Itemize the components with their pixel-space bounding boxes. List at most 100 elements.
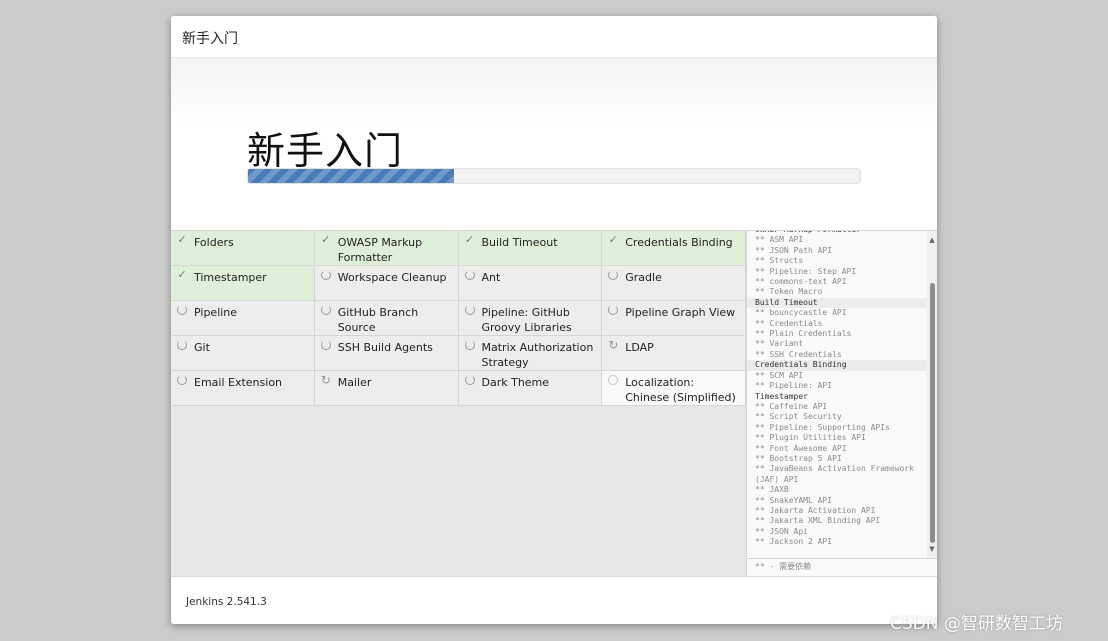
plugin-name: Folders [194, 236, 234, 249]
log-legend: ** - 需要依赖 [746, 558, 937, 576]
log-dependency-line: ** Caffeine API [755, 401, 828, 411]
plugin-item: ✓ Build Timeout [458, 231, 603, 266]
plugin-name: Build Timeout [481, 236, 558, 249]
log-dependency-line: ** Plugin Utilities API [755, 433, 866, 443]
plugin-item: Email Extension [171, 371, 315, 406]
plugin-item: ✓ OWASP Markup Formatter [314, 231, 459, 266]
plugin-item: ✓ Folders [171, 231, 315, 266]
log-dependency-line: ** SSH Credentials [755, 349, 842, 359]
log-dependency-line: ** SnakeYAML API [755, 495, 833, 505]
log-plugin-heading: Build Timeout [747, 297, 927, 309]
scroll-up-arrow-icon[interactable]: ▲ [927, 235, 937, 245]
checkmark-icon: ✓ [464, 233, 475, 246]
log-dependency-line: ** commons-text API [755, 277, 847, 287]
spinner-icon [320, 269, 332, 281]
log-dependency-line: ** JSON Path API [755, 245, 833, 255]
plugin-item: Matrix Authorization Strategy [458, 336, 603, 371]
plugin-item: ✓ Timestamper [171, 266, 315, 301]
spinner-icon [176, 374, 188, 386]
plugin-item: GitHub Branch Source [314, 301, 459, 336]
log-dependency-line: ** Pipeline: API [755, 381, 833, 391]
plugin-item: Localization: Chinese (Simplified) [602, 371, 746, 406]
log-dependency-line: ** JAXB [755, 485, 789, 495]
jenkins-version: Jenkins 2.541.3 [186, 596, 267, 608]
checkmark-icon: ✓ [608, 233, 618, 246]
plugin-name: SSH Build Agents [337, 341, 433, 354]
setup-wizard-dialog: 新手入门 新手入门 ✓ Folders ✓ OWASP Markup Formatte… [171, 16, 937, 624]
pending-circle-icon [607, 374, 619, 386]
plugin-name: Pipeline Graph View [625, 306, 736, 319]
log-dependency-line: ** Jakarta Activation API [755, 505, 876, 515]
plugin-name: Git [194, 341, 210, 354]
log-dependency-line: ** Bootstrap 5 API [755, 453, 842, 463]
plugin-name: LDAP [625, 341, 654, 354]
spinner-icon [320, 304, 332, 316]
checkmark-icon: ✓ [321, 233, 331, 246]
plugin-name: Gradle [625, 271, 662, 284]
log-dependency-line: ** Jakarta XML Binding API [755, 516, 881, 526]
log-dependency-line: ** Font Awesome API [755, 443, 847, 453]
plugin-item: Pipeline Graph View [602, 301, 746, 336]
plugin-item: Workspace Cleanup [314, 266, 459, 301]
log-dependency-line: ** Jackson 2 API [755, 537, 833, 547]
log-dependency-line: ** SCM API [755, 370, 804, 380]
spinner-icon [464, 339, 476, 351]
plugin-item: ↻ LDAP [602, 336, 746, 371]
dialog-footer: Jenkins 2.541.3 [171, 576, 937, 624]
spinner-icon [320, 339, 332, 351]
plugin-name: Ant [481, 271, 501, 284]
dialog-header: 新手入门 [171, 16, 937, 58]
scroll-thumb[interactable] [930, 283, 935, 543]
log-dependency-line: ** Credentials [755, 318, 823, 328]
log-dependency-line: ** JSON Api [755, 526, 808, 536]
banner-heading: 新手入门 [247, 129, 404, 173]
dialog-title: 新手入门 [182, 31, 238, 47]
plugin-name: Mailer [337, 376, 372, 389]
log-dependency-line: ** Variant [755, 339, 804, 349]
spinner-icon [176, 339, 188, 351]
plugin-name: Localization: Chinese (Simplified) [625, 376, 736, 404]
plugin-item: SSH Build Agents [314, 336, 459, 371]
spinner-icon [464, 269, 476, 281]
install-banner: 新手入门 [171, 58, 937, 231]
checkmark-icon: ✓ [177, 233, 187, 246]
refresh-icon: ↻ [608, 338, 619, 352]
plugin-item: Pipeline [171, 301, 315, 336]
plugin-item: ✓ Credentials Binding [602, 231, 746, 266]
plugin-item: Pipeline: GitHub Groovy Libraries [458, 301, 603, 336]
log-plugin-heading: Credentials Binding [747, 360, 927, 371]
log-dependency-line: ** Pipeline: Step API [755, 266, 857, 276]
log-dependency-line: ** ASM API [755, 235, 804, 245]
log-dependency-line: ** Script Security [755, 412, 842, 422]
plugin-name: Matrix Authorization Strategy [481, 341, 594, 369]
install-content: ✓ Folders ✓ OWASP Markup Formatter ✓ Build Ti… [171, 231, 937, 576]
watermark: CSDN @智研数智工坊 [890, 614, 1063, 634]
install-log-panel[interactable]: OWASP Markup Formatter** ASM API** JSON … [746, 231, 937, 558]
plugin-item: Gradle [602, 266, 746, 301]
log-plugin-heading: Timestamper [755, 391, 808, 401]
log-dependency-line: (JAF) API [755, 474, 799, 484]
spinner-icon [176, 304, 188, 316]
spinner-icon [607, 304, 619, 316]
scroll-down-arrow-icon[interactable]: ▼ [927, 544, 937, 554]
plugin-item: Ant [458, 266, 603, 301]
log-dependency-line: ** Pipeline: Supporting APIs [755, 422, 890, 432]
plugin-item: Dark Theme [458, 371, 603, 406]
log-scrollbar[interactable]: ▲ ▼ [927, 231, 937, 558]
plugin-name: Pipeline [194, 306, 238, 319]
install-log: OWASP Markup Formatter** ASM API** JSON … [747, 231, 927, 548]
log-dependency-line: ** JavaBeans Activation Framework [755, 464, 914, 474]
log-dependency-line: ** Structs [755, 256, 804, 266]
plugin-name: Email Extension [194, 376, 283, 389]
log-dependency-line: ** Token Macro [755, 287, 823, 297]
log-dependency-line: ** bouncycastle API [755, 308, 847, 318]
plugin-item: ↻ Mailer [314, 371, 459, 406]
plugin-name: Timestamper [194, 271, 267, 284]
plugin-name: GitHub Branch Source [337, 306, 419, 334]
plugin-name: Workspace Cleanup [337, 271, 447, 284]
install-progress-bar [247, 168, 861, 184]
plugin-name: OWASP Markup Formatter [337, 236, 423, 264]
plugin-name: Credentials Binding [625, 236, 733, 249]
install-progress-fill [248, 169, 455, 183]
plugin-name: Dark Theme [481, 376, 550, 389]
